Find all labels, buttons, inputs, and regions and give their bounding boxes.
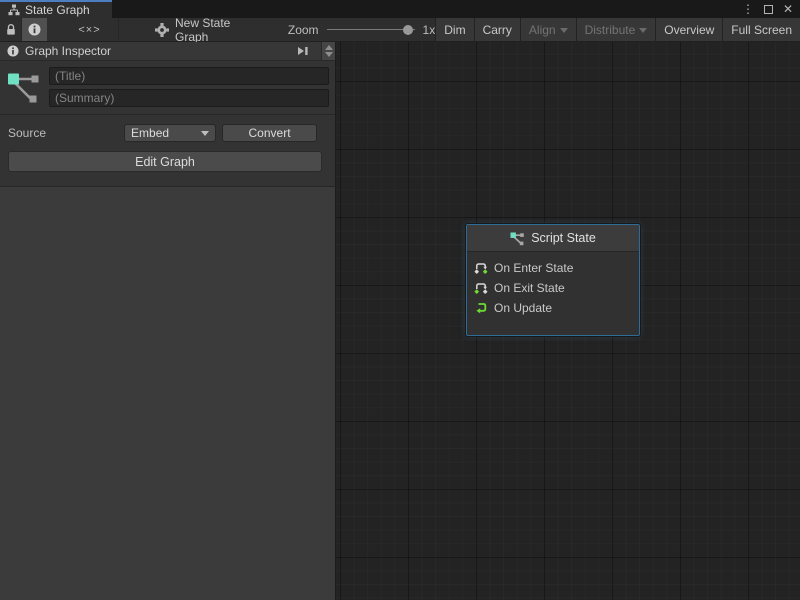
lock-button[interactable] — [0, 18, 22, 41]
full-screen-button[interactable]: Full Screen — [722, 18, 800, 41]
breadcrumb[interactable]: New State Graph — [145, 18, 264, 41]
carry-button[interactable]: Carry — [474, 18, 520, 41]
titlebar: State Graph ⋮ ✕ — [0, 0, 800, 18]
graph-title-input[interactable] — [49, 67, 329, 85]
overview-button[interactable]: Overview — [655, 18, 722, 41]
panel-scroll-spinner[interactable] — [321, 42, 335, 60]
scroll-down-icon — [325, 52, 333, 57]
graph-meta-block — [0, 61, 335, 114]
node-event-label: On Enter State — [494, 261, 573, 275]
enter-state-icon — [474, 261, 488, 275]
tab-state-graph[interactable]: State Graph — [0, 0, 112, 18]
zoom-slider-handle[interactable] — [403, 25, 413, 35]
state-graph-icon — [5, 67, 45, 107]
node-event-label: On Exit State — [494, 281, 565, 295]
scroll-up-icon — [325, 45, 333, 50]
window-menu-icon[interactable]: ⋮ — [740, 1, 756, 17]
info-icon — [28, 23, 41, 36]
zoom-slider-track — [327, 29, 415, 30]
update-icon — [474, 301, 488, 315]
node-event-row[interactable]: On Update — [474, 298, 639, 318]
source-dropdown[interactable]: Embed — [124, 124, 216, 142]
node-event-label: On Update — [494, 301, 552, 315]
meta-fields — [49, 67, 329, 107]
graph-summary-input[interactable] — [49, 89, 329, 107]
distribute-button[interactable]: Distribute — [576, 18, 656, 41]
dock-panel-button[interactable] — [291, 42, 315, 60]
chevron-down-icon — [639, 28, 647, 33]
zoom-value: 1x — [423, 23, 436, 37]
convert-button[interactable]: Convert — [222, 124, 317, 142]
zoom-slider[interactable] — [327, 25, 415, 35]
chevron-down-icon — [560, 28, 568, 33]
chevron-down-icon — [201, 131, 209, 136]
maximize-icon[interactable] — [760, 1, 776, 17]
toolbar-actions: Dim Carry Align Distribute Overview Full… — [435, 18, 800, 41]
source-row: Source Embed Convert — [0, 115, 335, 142]
close-icon[interactable]: ✕ — [780, 1, 796, 17]
state-graph-window: State Graph ⋮ ✕ — [0, 0, 800, 600]
dock-right-icon — [297, 45, 309, 57]
graph-inspector-panel: Graph Inspector — [0, 42, 336, 600]
state-graph-tab-icon — [8, 4, 20, 16]
source-dropdown-value: Embed — [131, 126, 169, 140]
info-icon — [7, 45, 19, 57]
zoom-control: Zoom 1x — [288, 18, 435, 41]
main-area: Graph Inspector — [0, 42, 800, 600]
dim-button[interactable]: Dim — [435, 18, 473, 41]
inspector-title: Graph Inspector — [25, 44, 111, 58]
exit-state-icon — [474, 281, 488, 295]
script-state-node-header[interactable]: Script State — [467, 225, 639, 252]
spacer — [0, 172, 335, 186]
edit-graph-button[interactable]: Edit Graph — [8, 151, 322, 172]
inspector-empty-area — [0, 186, 335, 600]
breadcrumb-label: New State Graph — [175, 16, 254, 44]
node-event-row[interactable]: On Exit State — [474, 278, 639, 298]
graph-canvas[interactable]: Script State On Enter State — [336, 42, 800, 600]
window-controls: ⋮ ✕ — [740, 0, 800, 18]
node-title: Script State — [531, 231, 596, 245]
script-state-node-body: On Enter State On Exit State — [467, 252, 639, 318]
align-button[interactable]: Align — [520, 18, 576, 41]
script-state-node[interactable]: Script State On Enter State — [466, 224, 640, 336]
graph-toolbar: <×> New State Graph Zoom 1x — [0, 18, 800, 42]
tab-label: State Graph — [25, 3, 90, 17]
node-event-row[interactable]: On Enter State — [474, 258, 639, 278]
graph-breadcrumb-icon — [155, 23, 169, 37]
inspector-toggle-button[interactable] — [22, 18, 47, 41]
code-preview-button[interactable]: <×> — [61, 18, 119, 41]
lock-icon — [5, 23, 17, 36]
graph-inspector-header: Graph Inspector — [0, 42, 335, 61]
zoom-label: Zoom — [288, 23, 319, 37]
source-label: Source — [8, 126, 46, 140]
state-node-icon — [510, 231, 525, 246]
